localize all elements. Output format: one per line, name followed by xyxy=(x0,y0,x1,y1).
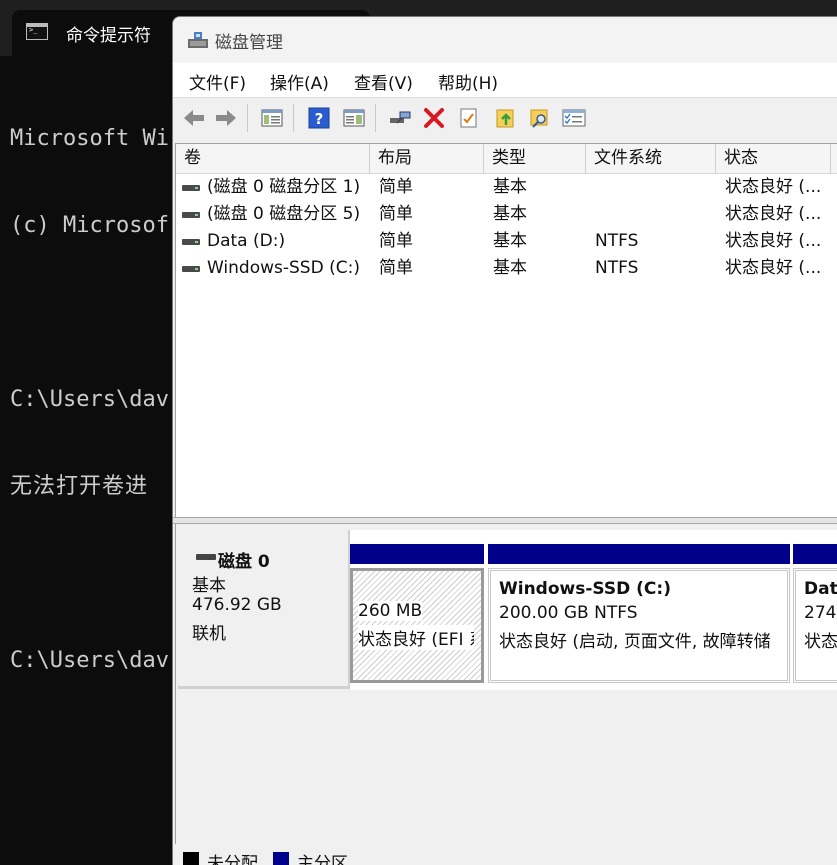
console-tree-icon[interactable] xyxy=(259,105,285,131)
cell-layout: 简单 xyxy=(379,177,413,197)
cell-status: 状态良好 (... xyxy=(725,258,822,278)
partition-title: Data xyxy=(804,579,837,599)
disk-0-label[interactable]: 磁盘 0 基本 476.92 GB 联机 xyxy=(178,530,351,689)
partition-bar xyxy=(488,544,790,564)
partition-status: 状态良好 (启动, 页面文件, 故障转储 xyxy=(499,632,771,652)
disk-name: 磁盘 0 xyxy=(218,552,270,572)
disk-type: 基本 xyxy=(192,576,226,596)
cell-volume: Data (D:) xyxy=(207,231,286,251)
search-folder-icon[interactable] xyxy=(527,105,553,131)
svg-text:?: ? xyxy=(315,110,324,128)
cell-status: 状态良好 (... xyxy=(725,204,822,224)
graphical-disk-view: 磁盘 0 基本 476.92 GB 联机 260 MB 状态良好 (EFI 系 … xyxy=(175,524,837,844)
partition-body: 260 MB 状态良好 (EFI 系 xyxy=(350,568,484,683)
toolbar-separator xyxy=(375,104,376,132)
partition-body: Data 274. 状态 xyxy=(793,568,837,683)
menu-help[interactable]: 帮助(H) xyxy=(436,69,500,94)
settings-list-icon[interactable] xyxy=(561,105,587,131)
cell-layout: 简单 xyxy=(379,231,413,251)
partition-size: 274. xyxy=(804,603,837,623)
disk-size: 476.92 GB xyxy=(192,595,282,615)
cell-volume: Windows-SSD (C:) xyxy=(207,258,360,278)
partition-body: Windows-SSD (C:) 200.00 GB NTFS 状态良好 (启动… xyxy=(488,568,790,683)
menu-bar: 文件(F) 操作(A) 查看(V) 帮助(H) xyxy=(173,63,837,97)
window-title: 磁盘管理 xyxy=(215,33,283,53)
disk-0-partitions: 260 MB 状态良好 (EFI 系 Windows-SSD (C:) 200.… xyxy=(350,530,837,690)
volume-icon xyxy=(182,266,200,272)
help-icon[interactable]: ? xyxy=(306,105,332,131)
column-header-status[interactable]: 状态 xyxy=(716,144,831,173)
partition-status: 状态 xyxy=(804,632,837,652)
partition-size: 260 MB xyxy=(358,601,423,621)
toolbar-separator xyxy=(247,104,248,132)
cell-type: 基本 xyxy=(493,204,527,224)
partition-bar xyxy=(350,544,484,564)
partition-status: 状态良好 (EFI 系 xyxy=(358,625,474,650)
disk-management-icon xyxy=(188,32,208,48)
disk-management-window: 磁盘管理 文件(F) 操作(A) 查看(V) 帮助(H) ? 卷 布局 类型 文… xyxy=(172,16,837,865)
action-pane-icon[interactable] xyxy=(341,105,367,131)
forward-arrow-icon[interactable] xyxy=(213,105,239,131)
volume-list-header: 卷 布局 类型 文件系统 状态 xyxy=(176,144,837,174)
partition-size: 200.00 GB NTFS xyxy=(499,603,638,623)
table-row[interactable]: (磁盘 0 磁盘分区 1) 简单 基本 状态良好 (... xyxy=(176,174,837,201)
table-row[interactable]: Data (D:) 简单 基本 NTFS 状态良好 (... xyxy=(176,228,837,255)
menu-file[interactable]: 文件(F) xyxy=(187,69,248,94)
cell-filesystem: NTFS xyxy=(595,231,639,251)
cell-type: 基本 xyxy=(493,177,527,197)
cell-type: 基本 xyxy=(493,258,527,278)
disk-icon xyxy=(196,554,216,560)
column-header-filesystem[interactable]: 文件系统 xyxy=(586,144,716,173)
terminal-icon xyxy=(26,23,48,40)
volume-icon xyxy=(182,185,200,191)
cell-layout: 简单 xyxy=(379,258,413,278)
toolbar-separator xyxy=(293,104,294,132)
back-arrow-icon[interactable] xyxy=(181,105,207,131)
cmd-tab-title: 命令提示符 xyxy=(66,26,151,46)
cell-volume: (磁盘 0 磁盘分区 1) xyxy=(207,177,361,197)
cell-filesystem: NTFS xyxy=(595,258,639,278)
folder-up-icon[interactable] xyxy=(493,105,519,131)
legend-label-primary: 主分区 xyxy=(297,854,348,865)
menu-view[interactable]: 查看(V) xyxy=(352,69,415,94)
volume-icon xyxy=(182,212,200,218)
title-bar[interactable]: 磁盘管理 xyxy=(173,17,837,63)
cell-type: 基本 xyxy=(493,231,527,251)
pane-splitter[interactable] xyxy=(173,517,837,524)
cell-volume: (磁盘 0 磁盘分区 5) xyxy=(207,204,361,224)
legend-swatch-unallocated xyxy=(183,852,199,865)
cell-layout: 简单 xyxy=(379,204,413,224)
cell-status: 状态良好 (... xyxy=(725,177,822,197)
delete-icon[interactable] xyxy=(421,105,447,131)
column-header-layout[interactable]: 布局 xyxy=(370,144,484,173)
table-row[interactable]: (磁盘 0 磁盘分区 5) 简单 基本 状态良好 (... xyxy=(176,201,837,228)
cell-status: 状态良好 (... xyxy=(725,231,822,251)
table-row[interactable]: Windows-SSD (C:) 简单 基本 NTFS 状态良好 (... xyxy=(176,255,837,282)
partition-efi[interactable]: 260 MB 状态良好 (EFI 系 xyxy=(350,544,484,683)
column-header-type[interactable]: 类型 xyxy=(484,144,586,173)
partition-title: Windows-SSD (C:) xyxy=(499,579,671,599)
partition-bar xyxy=(793,544,837,564)
volume-list[interactable]: 卷 布局 类型 文件系统 状态 (磁盘 0 磁盘分区 1) 简单 基本 状态良好… xyxy=(175,143,837,519)
legend-swatch-primary xyxy=(273,852,289,865)
properties-icon[interactable] xyxy=(456,105,482,131)
partition-data[interactable]: Data 274. 状态 xyxy=(793,544,837,683)
toolbar: ? xyxy=(173,97,837,138)
partition-windows-ssd[interactable]: Windows-SSD (C:) 200.00 GB NTFS 状态良好 (启动… xyxy=(488,544,790,683)
disk-state: 联机 xyxy=(192,624,226,644)
menu-action[interactable]: 操作(A) xyxy=(268,69,331,94)
volume-icon xyxy=(182,239,200,245)
column-header-volume[interactable]: 卷 xyxy=(176,144,370,173)
legend-label-unallocated: 未分配 xyxy=(207,854,258,865)
connect-drive-icon[interactable] xyxy=(387,105,413,131)
